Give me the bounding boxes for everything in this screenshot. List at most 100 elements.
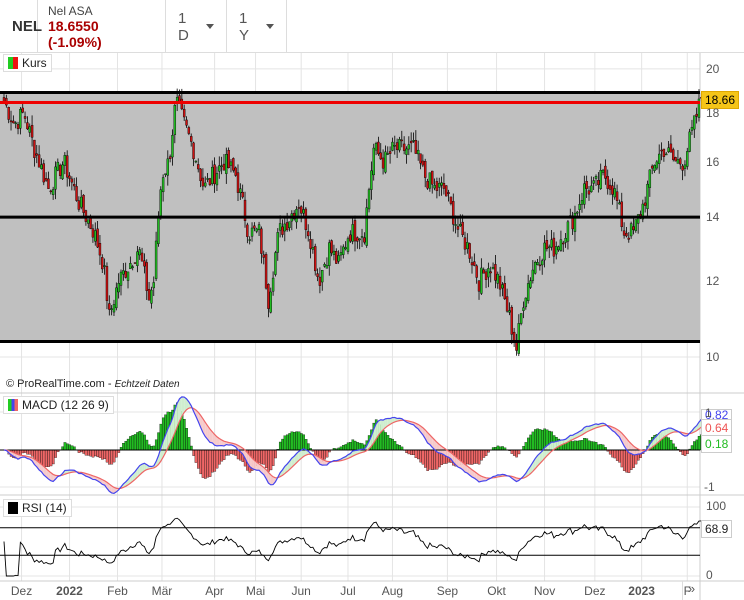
candle-body [498,275,502,290]
macd-histogram-bar [257,449,261,463]
candle-body [379,152,382,160]
macd-histogram-bar [681,449,685,455]
candle-body [475,265,478,278]
candle-body [529,280,532,288]
macd-histogram-bar [323,449,327,460]
candle-body [56,161,60,171]
macd-histogram-bar [356,442,359,451]
candle-body [587,190,591,195]
candle-body [136,251,139,266]
candle-body [524,297,528,308]
macd-histogram-bar [667,437,671,451]
candle-body [222,163,226,171]
candle-body [515,342,518,351]
macd-histogram-bar [393,441,397,451]
candle-body [51,189,55,195]
candle-body [126,271,130,281]
macd-histogram-bar [89,449,93,457]
x-tick-label: Nov [533,584,556,598]
price-tick-label: 10 [706,350,720,364]
candle-body [77,200,81,210]
macd-histogram-bar [285,434,289,451]
candle-body [302,209,305,214]
macd-histogram-bar [150,445,153,451]
macd-histogram-bar [122,443,125,451]
candle-body [321,270,324,283]
candle-body [559,239,563,251]
macd-histogram-bar [82,449,86,454]
macd-histogram-bar [260,449,263,465]
candle-body [131,266,134,268]
chart-canvas[interactable] [0,0,744,600]
candle-body [482,269,485,274]
macd-histogram-bar [112,449,116,463]
scroll-right-button[interactable]: » [682,581,700,600]
candle-body [246,224,249,237]
price-tick-label: 16 [706,154,720,169]
candle-body [435,181,439,191]
macd-histogram-bar [665,436,668,451]
macd-histogram-bar [580,440,584,451]
macd-histogram-bar [129,436,132,451]
candle-body [316,273,319,277]
candle-body [253,225,256,229]
candle-body [550,239,553,248]
macd-histogram-bar [201,449,205,478]
candle-body [295,208,298,223]
rsi-tick: 0 [706,568,713,582]
candle-body [545,240,549,250]
candle-body [108,303,111,310]
candle-body [103,265,106,267]
candle-body [250,227,254,237]
macd-histogram-bar [143,434,146,451]
macd-histogram-bar [391,438,394,451]
candle-body [30,124,34,138]
candle-body [356,237,359,242]
candle-body [440,182,443,186]
candle-body [80,196,83,208]
macd-histogram-bar [87,449,90,456]
candle-body [138,249,141,256]
candle-body [323,263,326,267]
candle-body [204,182,207,187]
candle-body [658,153,661,164]
candle-body [384,151,387,173]
x-tick-label: 2022 [56,584,83,598]
candle-body [426,180,429,189]
macd-histogram-bar [297,431,301,451]
candle-body [63,155,67,166]
candle-body [285,222,289,231]
candle-body [349,234,352,242]
candle-body [363,237,366,243]
candle-body [220,165,223,167]
candle-body [491,267,495,270]
candle-body [452,201,455,225]
candle-body [447,192,450,194]
candle-body [608,184,612,190]
x-tick-label: Aug [381,584,404,598]
candle-body [72,183,76,187]
candle-body [594,176,598,179]
candle-body [438,183,441,188]
candle-body [543,242,546,261]
candle-body [566,221,570,242]
candle-body [342,246,345,255]
candle-body [655,161,659,169]
macd-histogram-bar [527,437,530,451]
candle-body [335,250,338,264]
macd-histogram-bar [208,449,212,477]
price-tick-label: 14 [706,210,720,225]
macd-histogram-bar [96,449,100,458]
candle-body [173,105,177,135]
macd-histogram-bar [622,449,626,471]
macd-histogram-bar [225,449,228,456]
macd-histogram-bar [381,430,385,451]
candle-body [325,265,329,269]
macd-histogram-bar [234,449,238,456]
macd-histogram-bar [215,449,219,469]
candle-body [37,154,41,168]
candle-body [140,252,144,262]
macd-histogram-bar [293,432,296,451]
x-tick-label: Mär [151,584,173,598]
candle-body [629,223,633,237]
